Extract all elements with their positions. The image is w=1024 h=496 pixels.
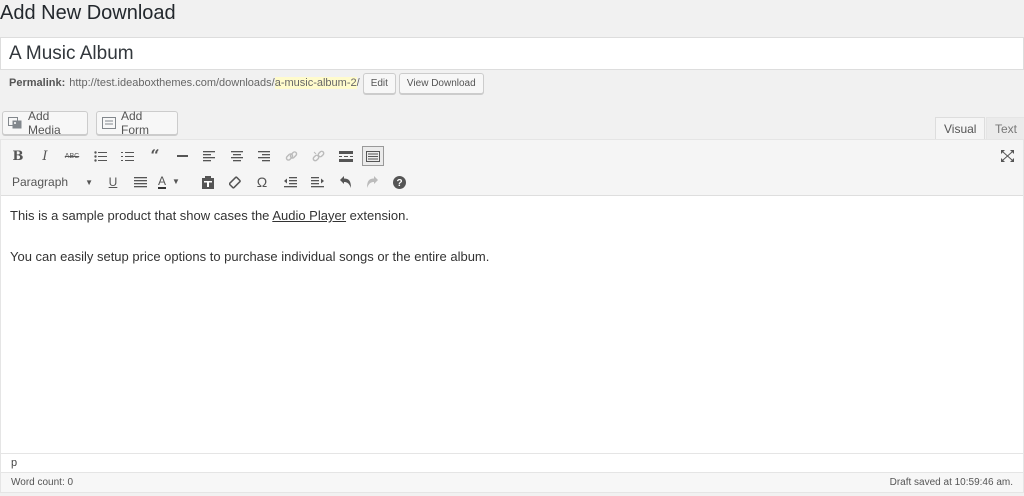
content-paragraph: You can easily setup price options to pu…: [10, 249, 490, 264]
indent-icon[interactable]: [308, 173, 326, 191]
svg-text:?: ?: [396, 178, 402, 189]
permalink-slug[interactable]: a-music-album-2: [274, 77, 357, 89]
audio-player-link[interactable]: Audio Player: [272, 208, 346, 223]
toolbar-toggle-icon[interactable]: [362, 146, 384, 166]
special-character-icon[interactable]: Ω: [253, 173, 271, 191]
align-left-icon[interactable]: [200, 147, 218, 165]
view-download-button[interactable]: View Download: [398, 72, 484, 94]
blockquote-icon[interactable]: “: [146, 147, 164, 165]
numbered-list-icon[interactable]: [118, 147, 136, 165]
outdent-icon[interactable]: [281, 173, 299, 191]
unlink-icon[interactable]: [309, 147, 327, 165]
editor-content[interactable]: This is a sample product that show cases…: [10, 207, 1010, 289]
permalink-base-url: http://test.ideaboxthemes.com/downloads/: [69, 77, 275, 89]
permalink-row: Permalink: http://test.ideaboxthemes.com…: [9, 72, 484, 94]
media-icon: [8, 117, 23, 129]
add-media-button[interactable]: Add Media: [2, 109, 88, 137]
text-color-icon[interactable]: A ▼: [158, 173, 190, 191]
element-path[interactable]: p: [1, 453, 1023, 472]
format-select-value: Paragraph: [12, 175, 69, 189]
tab-text[interactable]: Text: [986, 117, 1024, 139]
paste-text-icon[interactable]: [199, 173, 217, 191]
permalink-label: Permalink:: [9, 77, 66, 89]
clear-formatting-icon[interactable]: [226, 173, 244, 191]
align-right-icon[interactable]: [255, 147, 273, 165]
draft-saved-status: Draft saved at 10:59:46 am.: [889, 477, 1013, 488]
justify-icon[interactable]: [131, 173, 149, 191]
help-icon[interactable]: ?: [390, 173, 408, 191]
undo-icon[interactable]: [336, 173, 354, 191]
italic-icon[interactable]: I: [36, 147, 54, 165]
add-media-label: Add Media: [28, 109, 61, 137]
content-paragraph: This is a sample product that show cases…: [10, 208, 409, 223]
format-select[interactable]: Paragraph ▼: [7, 173, 97, 191]
bullet-list-icon[interactable]: [91, 147, 109, 165]
page-title: Add New Download: [0, 2, 176, 24]
permalink-trailing: /: [356, 77, 360, 89]
post-title-field[interactable]: A Music Album: [0, 37, 1024, 70]
chevron-down-icon: ▼: [85, 177, 93, 187]
fullscreen-icon[interactable]: [998, 147, 1016, 165]
underline-icon[interactable]: U: [104, 173, 122, 191]
tab-visual[interactable]: Visual: [935, 117, 986, 139]
post-title-input[interactable]: A Music Album: [9, 43, 134, 65]
link-icon[interactable]: [282, 147, 300, 165]
align-center-icon[interactable]: [228, 147, 246, 165]
word-count: Word count: 0: [11, 477, 74, 488]
strikethrough-icon[interactable]: ABC: [63, 147, 81, 165]
editor: B I ABC “ Paragraph ▼ U A ▼ Ω ? This is …: [0, 139, 1024, 493]
horizontal-rule-icon[interactable]: [173, 147, 191, 165]
redo-icon[interactable]: [363, 173, 381, 191]
add-form-button[interactable]: Add Form: [96, 109, 178, 137]
permalink-edit-button[interactable]: Edit: [362, 72, 396, 94]
editor-toolbar: B I ABC “ Paragraph ▼ U A ▼ Ω ?: [1, 140, 1023, 196]
add-form-label: Add Form: [121, 109, 149, 137]
editor-statusbar: Word count: 0 Draft saved at 10:59:46 am…: [1, 472, 1023, 492]
bold-icon[interactable]: B: [9, 147, 27, 165]
read-more-icon[interactable]: [337, 147, 355, 165]
form-icon: [102, 117, 116, 129]
